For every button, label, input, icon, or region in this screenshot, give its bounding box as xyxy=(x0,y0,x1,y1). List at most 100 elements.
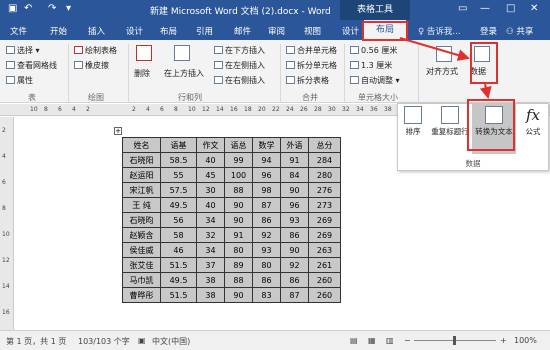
table-cell[interactable]: 55 xyxy=(160,167,197,183)
tab-review[interactable]: 审阅 xyxy=(268,25,285,37)
table-row[interactable]: 赵颖含 58 32 91 92 86 269 xyxy=(122,227,341,243)
table-cell[interactable]: 91 xyxy=(224,227,253,243)
table-cell[interactable]: 93 xyxy=(252,242,281,258)
properties-button[interactable]: 属性 xyxy=(6,75,33,86)
proofing-icon[interactable]: ▣ xyxy=(138,336,146,345)
split-cells-button[interactable]: 拆分单元格 xyxy=(286,60,337,71)
table-cell[interactable]: 王 纯 xyxy=(122,197,161,213)
table-row[interactable]: 石晓昀 56 34 90 86 93 269 xyxy=(122,212,341,228)
zoom-in-button[interactable]: + xyxy=(500,336,507,345)
word-count[interactable]: 103/103 个字 xyxy=(78,336,130,347)
table-cell[interactable]: 86 xyxy=(252,212,281,228)
close-button[interactable]: ✕ xyxy=(530,3,538,14)
zoom-slider-thumb[interactable] xyxy=(453,336,456,345)
table-cell[interactable]: 263 xyxy=(308,242,341,258)
table-row[interactable]: 石晓阳 58.5 40 99 94 91 284 xyxy=(122,152,341,168)
restore-button[interactable]: □ xyxy=(506,3,515,14)
table-cell[interactable]: 32 xyxy=(196,227,225,243)
save-icon[interactable]: ▣ xyxy=(8,3,17,14)
table-cell[interactable]: 石晓昀 xyxy=(122,212,161,228)
tab-table-design[interactable]: 设计 xyxy=(342,25,359,37)
table-cell[interactable]: 92 xyxy=(280,257,309,273)
table-cell[interactable]: 96 xyxy=(252,167,281,183)
table-header-cell[interactable]: 语总 xyxy=(224,137,253,153)
table-cell[interactable]: 38 xyxy=(196,287,225,303)
table-cell[interactable]: 86 xyxy=(280,227,309,243)
table-cell[interactable]: 90 xyxy=(224,287,253,303)
insert-below-button[interactable]: 在下方插入 xyxy=(214,45,265,56)
table-cell[interactable]: 58 xyxy=(160,227,197,243)
table-cell[interactable]: 100 xyxy=(224,167,253,183)
delete-button[interactable]: 删除 xyxy=(134,68,150,79)
table-cell[interactable]: 34 xyxy=(196,242,225,258)
table-row[interactable]: 宋江帆 57.5 30 88 98 90 276 xyxy=(122,182,341,198)
split-table-button[interactable]: 拆分表格 xyxy=(286,75,329,86)
tab-layout[interactable]: 布局 xyxy=(160,25,177,37)
table-header-cell[interactable]: 作文 xyxy=(196,137,225,153)
table-cell[interactable]: 94 xyxy=(252,152,281,168)
table-cell[interactable]: 90 xyxy=(280,182,309,198)
table-cell[interactable]: 88 xyxy=(224,182,253,198)
tab-design[interactable]: 设计 xyxy=(126,25,143,37)
table-row[interactable]: 王 纯 49.5 40 90 87 96 273 xyxy=(122,197,341,213)
table-cell[interactable]: 90 xyxy=(280,242,309,258)
draw-table-button[interactable]: 绘制表格 xyxy=(74,45,117,56)
merge-cells-button[interactable]: 合并单元格 xyxy=(286,45,337,56)
table-cell[interactable]: 93 xyxy=(280,212,309,228)
table-cell[interactable]: 91 xyxy=(280,152,309,168)
sign-in-link[interactable]: 登录 xyxy=(480,25,497,37)
row-height-field[interactable]: 0.56 厘米 xyxy=(350,45,397,56)
table-cell[interactable]: 51.5 xyxy=(160,287,197,303)
table-header-cell[interactable]: 总分 xyxy=(308,137,341,153)
table-cell[interactable]: 49.5 xyxy=(160,197,197,213)
tell-me-search[interactable]: ♀ 告诉我... xyxy=(418,25,461,37)
table-cell[interactable]: 87 xyxy=(252,197,281,213)
table-cell[interactable]: 98 xyxy=(252,182,281,198)
table-cell[interactable]: 273 xyxy=(308,197,341,213)
table-cell[interactable]: 269 xyxy=(308,227,341,243)
redo-icon[interactable]: ↷ xyxy=(48,3,56,14)
table-cell[interactable]: 90 xyxy=(224,212,253,228)
table-cell[interactable]: 56 xyxy=(160,212,197,228)
table-cell[interactable]: 侯佳威 xyxy=(122,242,161,258)
table-cell[interactable]: 40 xyxy=(196,152,225,168)
table-cell[interactable]: 280 xyxy=(308,167,341,183)
select-button[interactable]: 选择 ▾ xyxy=(6,45,40,56)
ribbon-options-icon[interactable]: ▭ xyxy=(458,3,467,14)
table-cell[interactable]: 261 xyxy=(308,257,341,273)
vertical-ruler[interactable]: 2 4 6 8 10 12 14 16 xyxy=(0,117,14,330)
table-cell[interactable]: 96 xyxy=(280,197,309,213)
page-count[interactable]: 第 1 页，共 1 页 xyxy=(6,336,66,347)
table-cell[interactable]: 57.5 xyxy=(160,182,197,198)
read-mode-icon[interactable]: ▤ xyxy=(350,336,358,345)
table-cell[interactable]: 51.5 xyxy=(160,257,197,273)
zoom-level[interactable]: 100% xyxy=(514,336,537,345)
table-cell[interactable]: 宋江帆 xyxy=(122,182,161,198)
table-cell[interactable]: 92 xyxy=(252,227,281,243)
column-width-field[interactable]: 1.3 厘米 xyxy=(350,60,392,71)
table-cell[interactable]: 张艾佳 xyxy=(122,257,161,273)
minimize-button[interactable]: — xyxy=(480,3,490,14)
table-cell[interactable]: 284 xyxy=(308,152,341,168)
gridlines-button[interactable]: 查看网格线 xyxy=(6,60,57,71)
tab-view[interactable]: 视图 xyxy=(304,25,321,37)
web-layout-icon[interactable]: ▥ xyxy=(386,336,394,345)
table-cell[interactable]: 34 xyxy=(196,212,225,228)
table-header-row[interactable]: 姓名 语基 作文 语总 数学 外语 总分 xyxy=(122,137,341,153)
table-header-cell[interactable]: 语基 xyxy=(160,137,197,153)
tab-file[interactable]: 文件 xyxy=(10,25,27,37)
undo-icon[interactable]: ↶ xyxy=(24,3,32,14)
table-cell[interactable]: 赵运阳 xyxy=(122,167,161,183)
insert-right-button[interactable]: 在右侧插入 xyxy=(214,75,265,86)
autofit-button[interactable]: 自动调整 ▾ xyxy=(350,75,400,86)
table-cell[interactable]: 89 xyxy=(224,257,253,273)
table-cell[interactable]: 30 xyxy=(196,182,225,198)
table-row[interactable]: 赵运阳 55 45 100 96 84 280 xyxy=(122,167,341,183)
table-header-cell[interactable]: 外语 xyxy=(280,137,309,153)
table-cell[interactable]: 46 xyxy=(160,242,197,258)
tab-references[interactable]: 引用 xyxy=(196,25,213,37)
alignment-button[interactable]: 对齐方式 xyxy=(426,66,458,77)
table-cell[interactable]: 260 xyxy=(308,272,341,288)
table-header-cell[interactable]: 姓名 xyxy=(122,137,161,153)
insert-above-button[interactable]: 在上方插入 xyxy=(164,68,204,79)
